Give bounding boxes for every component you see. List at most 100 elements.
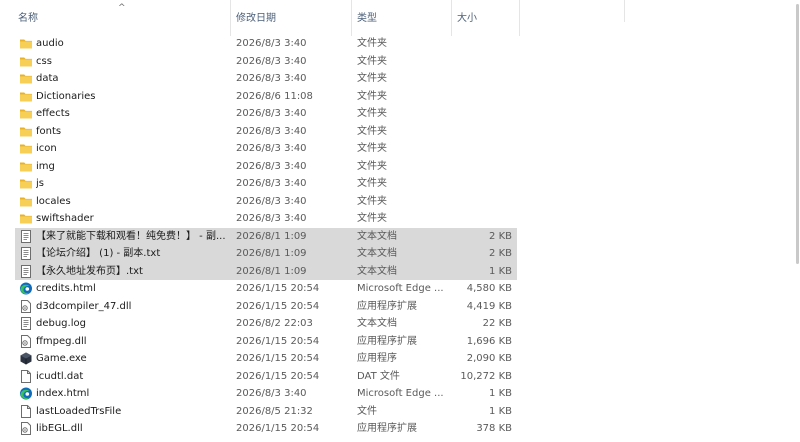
file-row[interactable]: audio 2026/8/3 3:40 文件夹: [0, 35, 800, 53]
file-row[interactable]: icudtl.dat 2026/1/15 20:54 DAT 文件 10,272 KB: [0, 368, 800, 386]
file-modified-date: 2026/8/3 3:40: [236, 195, 307, 207]
column-divider[interactable]: [351, 0, 352, 36]
file-row[interactable]: libEGL.dll 2026/1/15 20:54 应用程序扩展 378 KB: [0, 420, 800, 438]
file-type: 文本文档: [357, 248, 397, 259]
dll-file-icon: [19, 299, 33, 313]
file-row[interactable]: lastLoadedTrsFile 2026/8/5 21:32 文件 1 KB: [0, 403, 800, 421]
text-file-icon: [19, 247, 33, 260]
file-row[interactable]: Dictionaries 2026/8/6 11:08 文件夹: [0, 88, 800, 106]
file-row[interactable]: d3dcompiler_47.dll 2026/1/15 20:54 应用程序扩展 4…: [0, 298, 800, 316]
file-row[interactable]: icon 2026/8/3 3:40 文件夹: [0, 140, 800, 158]
vertical-scrollbar[interactable]: [794, 0, 800, 439]
file-name[interactable]: js: [36, 175, 230, 193]
file-row[interactable]: fonts 2026/8/3 3:40 文件夹: [0, 123, 800, 141]
file-name[interactable]: swiftshader: [36, 210, 230, 228]
file-row[interactable]: 【永久地址发布页】.txt 2026/8/1 1:09 文本文档 1 KB: [0, 262, 800, 281]
file-name[interactable]: debug.log: [36, 315, 230, 333]
file-row[interactable]: css 2026/8/3 3:40 文件夹: [0, 53, 800, 71]
column-divider[interactable]: [519, 0, 520, 36]
file-name[interactable]: 【来了就能下载和观看！纯免费！】 - 副...: [36, 228, 230, 246]
file-name[interactable]: Dictionaries: [36, 88, 230, 106]
file-type: 文件夹: [357, 55, 387, 67]
file-modified-date: 2026/8/3 3:40: [236, 213, 307, 224]
file-type: Microsoft Edge ...: [357, 283, 444, 294]
file-type: 文件: [357, 405, 377, 417]
column-divider[interactable]: [230, 0, 231, 36]
text-file-icon: [19, 264, 33, 278]
file-name[interactable]: data: [36, 70, 230, 88]
file-row[interactable]: credits.html 2026/1/15 20:54 Microsoft Edg…: [0, 280, 800, 298]
file-name[interactable]: fonts: [36, 123, 230, 141]
file-row[interactable]: debug.log 2026/8/2 22:03 文本文档 22 KB: [0, 315, 800, 333]
file-size: 2,090 KB: [466, 353, 512, 364]
file-row[interactable]: 【论坛介绍】 (1) - 副本.txt 2026/8/1 1:09 文本文档 2 KB: [0, 245, 800, 263]
column-divider: [624, 0, 625, 22]
file-modified-date: 2026/8/1 1:09: [236, 230, 307, 242]
file-name[interactable]: Game.exe: [36, 350, 230, 368]
file-size: 22 KB: [482, 318, 512, 329]
file-name[interactable]: icon: [36, 140, 230, 158]
file-row[interactable]: index.html 2026/8/3 3:40 Microsoft Edge ..…: [0, 385, 800, 403]
file-modified-date: 2026/1/15 20:54: [236, 423, 320, 434]
file-type: 应用程序扩展: [357, 300, 417, 312]
folder-icon: [19, 142, 33, 155]
column-divider[interactable]: [451, 0, 452, 36]
file-modified-date: 2026/8/3 3:40: [236, 125, 307, 137]
file-name[interactable]: d3dcompiler_47.dll: [36, 298, 230, 316]
file-modified-date: 2026/8/3 3:40: [236, 143, 307, 154]
file-modified-date: 2026/1/15 20:54: [236, 353, 320, 364]
file-size: 378 KB: [476, 423, 512, 434]
file-name[interactable]: audio: [36, 35, 230, 53]
file-name[interactable]: index.html: [36, 385, 230, 403]
folder-icon: [19, 125, 33, 138]
sort-ascending-icon: ^: [118, 3, 126, 13]
column-header-modified[interactable]: 修改日期: [236, 0, 348, 36]
file-row[interactable]: swiftshader 2026/8/3 3:40 文件夹: [0, 210, 800, 228]
file-name[interactable]: effects: [36, 105, 230, 123]
file-row[interactable]: Game.exe 2026/1/15 20:54 应用程序 2,090 KB: [0, 350, 800, 368]
file-type: 文件夹: [357, 195, 387, 207]
file-row[interactable]: locales 2026/8/3 3:40 文件夹: [0, 193, 800, 211]
file-name[interactable]: img: [36, 158, 230, 176]
file-modified-date: 2026/8/3 3:40: [236, 178, 307, 189]
file-name[interactable]: locales: [36, 193, 230, 211]
file-name[interactable]: 【论坛介绍】 (1) - 副本.txt: [36, 245, 230, 263]
file-size: 4,580 KB: [466, 283, 512, 294]
blank-file-icon: [19, 369, 33, 383]
file-row[interactable]: data 2026/8/3 3:40 文件夹: [0, 70, 800, 88]
file-name[interactable]: ffmpeg.dll: [36, 333, 230, 351]
file-row[interactable]: ffmpeg.dll 2026/1/15 20:54 应用程序扩展 1,696 KB: [0, 333, 800, 351]
file-type: Microsoft Edge ...: [357, 388, 444, 399]
file-name[interactable]: css: [36, 53, 230, 71]
file-type: 文件夹: [357, 213, 387, 224]
file-size: 1,696 KB: [466, 335, 512, 347]
text-file-icon: [19, 317, 33, 330]
edge-icon: [19, 282, 33, 295]
file-row[interactable]: 【来了就能下载和观看！纯免费！】 - 副... 2026/8/1 1:09 文本文档…: [0, 227, 800, 246]
file-name[interactable]: lastLoadedTrsFile: [36, 403, 230, 421]
file-modified-date: 2026/1/15 20:54: [236, 283, 320, 294]
file-modified-date: 2026/8/1 1:09: [236, 265, 307, 277]
file-type: 文件夹: [357, 125, 387, 137]
file-name[interactable]: libEGL.dll: [36, 420, 230, 438]
file-name[interactable]: credits.html: [36, 280, 230, 298]
file-modified-date: 2026/1/15 20:54: [236, 335, 320, 347]
file-list: audio 2026/8/3 3:40 文件夹 css 2026/8/3 3:40 文件夹…: [0, 35, 800, 438]
column-header-bar: 名称 ^ 修改日期 类型 大小: [0, 0, 800, 36]
file-name[interactable]: icudtl.dat: [36, 368, 230, 386]
file-type: 文件夹: [357, 108, 387, 119]
file-row[interactable]: effects 2026/8/3 3:40 文件夹: [0, 105, 800, 123]
file-row[interactable]: img 2026/8/3 3:40 文件夹: [0, 158, 800, 176]
file-type: DAT 文件: [357, 370, 400, 382]
file-name[interactable]: 【永久地址发布页】.txt: [36, 263, 230, 281]
column-header-type[interactable]: 类型: [357, 0, 449, 36]
folder-icon: [19, 160, 33, 173]
file-type: 应用程序扩展: [357, 423, 417, 434]
folder-icon: [19, 55, 33, 68]
folder-icon: [19, 177, 33, 190]
file-type: 文件夹: [357, 143, 387, 154]
column-header-size[interactable]: 大小: [457, 0, 517, 36]
file-row[interactable]: js 2026/8/3 3:40 文件夹: [0, 175, 800, 193]
scrollbar-thumb[interactable]: [796, 4, 799, 264]
file-type: 文件夹: [357, 160, 387, 172]
